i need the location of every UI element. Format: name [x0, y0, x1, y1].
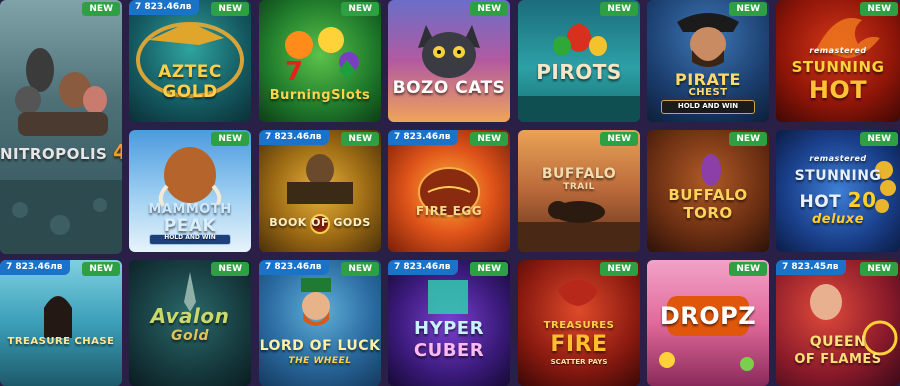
- game-tile-fire-egg[interactable]: 7 823.46лв NEW FIRE EGG: [388, 130, 510, 252]
- game-title: NITROPOLIS 4: [0, 140, 122, 164]
- new-badge: NEW: [600, 262, 638, 276]
- game-title-line2: HOT: [808, 76, 868, 104]
- game-tile-lord-of-luck[interactable]: 7 823.46лв NEW LORD OF LUCK THE WHEEL: [259, 260, 381, 386]
- new-badge: NEW: [600, 2, 638, 16]
- new-badge: NEW: [729, 2, 767, 16]
- jackpot-badge: 7 823.46лв: [259, 130, 330, 145]
- game-title-line1: HYPER: [414, 318, 484, 339]
- game-title-line1: STUNNING: [794, 168, 882, 184]
- new-badge: NEW: [860, 132, 898, 146]
- jackpot-badge: 7 823.46лв: [129, 0, 200, 15]
- game-title-line2: TRAIL: [563, 182, 595, 192]
- game-tile-stunning-hot[interactable]: NEW remastered STUNNING HOT: [776, 0, 900, 122]
- game-title-line1: LORD OF LUCK: [259, 338, 381, 354]
- game-artwork: [418, 167, 480, 217]
- game-subtitle: HOLD AND WIN: [164, 234, 216, 241]
- game-tile-book-of-gods[interactable]: 7 823.46лв NEW BOOK OF GODS: [259, 130, 381, 252]
- game-artwork: [301, 278, 331, 326]
- new-badge: NEW: [211, 132, 249, 146]
- game-tile-burning-slots[interactable]: 7 NEW BurningSlots: [259, 0, 381, 122]
- new-badge: NEW: [341, 2, 379, 16]
- game-tile-bozo-cats[interactable]: NEW BOZO CATS: [388, 0, 510, 122]
- game-title: BOOK OF GODS: [269, 216, 371, 229]
- svg-text:7: 7: [285, 57, 303, 87]
- game-title-line2: OF FLAMES: [794, 352, 882, 367]
- new-badge: NEW: [211, 2, 249, 16]
- game-title-line1: Avalon: [150, 304, 230, 328]
- game-artwork: [136, 22, 244, 98]
- game-subtitle: deluxe: [811, 212, 865, 227]
- game-title-line1: BUFFALO: [668, 186, 748, 204]
- game-title-text: NITROPOLIS: [0, 145, 108, 163]
- new-badge: NEW: [860, 262, 898, 276]
- game-title-line1: BUFFALO: [541, 166, 617, 182]
- game-tile-pirate-chest[interactable]: NEW PIRATE CHEST HOLD AND WIN: [647, 0, 769, 122]
- new-badge: NEW: [860, 2, 898, 16]
- game-artwork: 7: [285, 27, 359, 87]
- game-subtitle: SCATTER PAYS: [550, 358, 608, 366]
- game-tile-hyper-cuber[interactable]: 7 823.46лв NEW HYPER CUBER: [388, 260, 510, 386]
- game-title-line2: GOLD: [162, 82, 218, 102]
- new-badge: NEW: [600, 132, 638, 146]
- new-badge: NEW: [82, 262, 120, 276]
- game-tile-queen-of-flames[interactable]: 7 823.45лв NEW QUEEN OF FLAMES: [776, 260, 900, 386]
- game-tile-treasures-of-fire[interactable]: NEW TREASURES FIRE SCATTER PAYS: [518, 260, 640, 386]
- game-title: BurningSlots: [269, 88, 371, 103]
- game-tile-nitropolis-4[interactable]: NEW NITROPOLIS 4: [0, 0, 122, 254]
- game-title: BOZO CATS: [392, 78, 506, 98]
- game-grid: NEW NITROPOLIS 4 7 823.46лв NEW AZTEC GO…: [0, 0, 900, 386]
- game-title-line1: STUNNING: [791, 58, 885, 76]
- jackpot-badge: 7 823.46лв: [388, 130, 459, 145]
- game-title-line2: PEAK: [163, 216, 217, 236]
- jackpot-badge: 7 823.46лв: [388, 260, 459, 275]
- new-badge: NEW: [729, 132, 767, 146]
- game-artwork: [44, 296, 72, 338]
- game-tile-stunning-hot-20-deluxe[interactable]: NEW remastered STUNNING HOT 20 deluxe: [776, 130, 900, 252]
- jackpot-badge: 7 823.46лв: [0, 260, 71, 275]
- game-title-line2: HOT: [799, 192, 842, 212]
- game-title: FIRE EGG: [415, 204, 483, 218]
- game-title-line2: CUBER: [413, 340, 485, 361]
- game-tile-buffalo-toro[interactable]: NEW BUFFALO TORO: [647, 130, 769, 252]
- game-artwork: [418, 25, 480, 78]
- game-tile-mammoth-peak[interactable]: NEW MAMMOTH PEAK HOLD AND WIN: [129, 130, 251, 252]
- game-title-number: 4: [113, 140, 122, 164]
- jackpot-badge: 7 823.46лв: [259, 260, 330, 275]
- new-badge: NEW: [470, 262, 508, 276]
- new-badge: NEW: [470, 2, 508, 16]
- new-badge: NEW: [470, 132, 508, 146]
- game-subtitle: HOLD AND WIN: [677, 102, 739, 110]
- game-artwork: [810, 284, 898, 356]
- game-title-line2: THE WHEEL: [288, 356, 352, 366]
- new-badge: NEW: [341, 132, 379, 146]
- game-title-line2: TORO: [683, 204, 733, 222]
- game-tile-treasure-chase[interactable]: 7 823.46лв NEW TREASURE CHASE: [0, 260, 122, 386]
- new-badge: NEW: [341, 262, 379, 276]
- game-tag: remastered: [809, 154, 867, 163]
- game-artwork: [287, 154, 353, 234]
- game-title: DROPZ: [659, 302, 757, 330]
- game-tile-dropz[interactable]: NEW DROPZ: [647, 260, 769, 386]
- game-tile-buffalo-trail[interactable]: NEW BUFFALO TRAIL: [518, 130, 640, 252]
- game-title-line2: FIRE: [550, 332, 608, 357]
- game-title-line2: CHEST: [688, 87, 728, 98]
- new-badge: NEW: [729, 262, 767, 276]
- game-title-line1: AZTEC: [158, 62, 222, 82]
- jackpot-badge: 7 823.45лв: [776, 260, 847, 275]
- game-tag: remastered: [809, 46, 867, 55]
- game-title-line1: QUEEN: [809, 334, 867, 350]
- game-tile-aztec-gold[interactable]: 7 823.46лв NEW AZTEC GOLD: [129, 0, 251, 122]
- game-title-number: 20: [847, 188, 877, 212]
- game-title: PIROTS: [536, 60, 622, 84]
- game-title: TREASURE CHASE: [7, 336, 115, 347]
- game-tile-avalon-gold[interactable]: NEW Avalon Gold: [129, 260, 251, 386]
- game-tile-pirots[interactable]: NEW PIROTS: [518, 0, 640, 122]
- game-title-line1: TREASURES: [543, 320, 615, 331]
- new-badge: NEW: [82, 2, 120, 16]
- game-title-line2: Gold: [171, 328, 209, 344]
- game-artwork: [0, 48, 122, 254]
- new-badge: NEW: [211, 262, 249, 276]
- game-title-line2-row: HOT 20: [776, 188, 900, 212]
- game-title-line1: MAMMOTH: [148, 202, 232, 217]
